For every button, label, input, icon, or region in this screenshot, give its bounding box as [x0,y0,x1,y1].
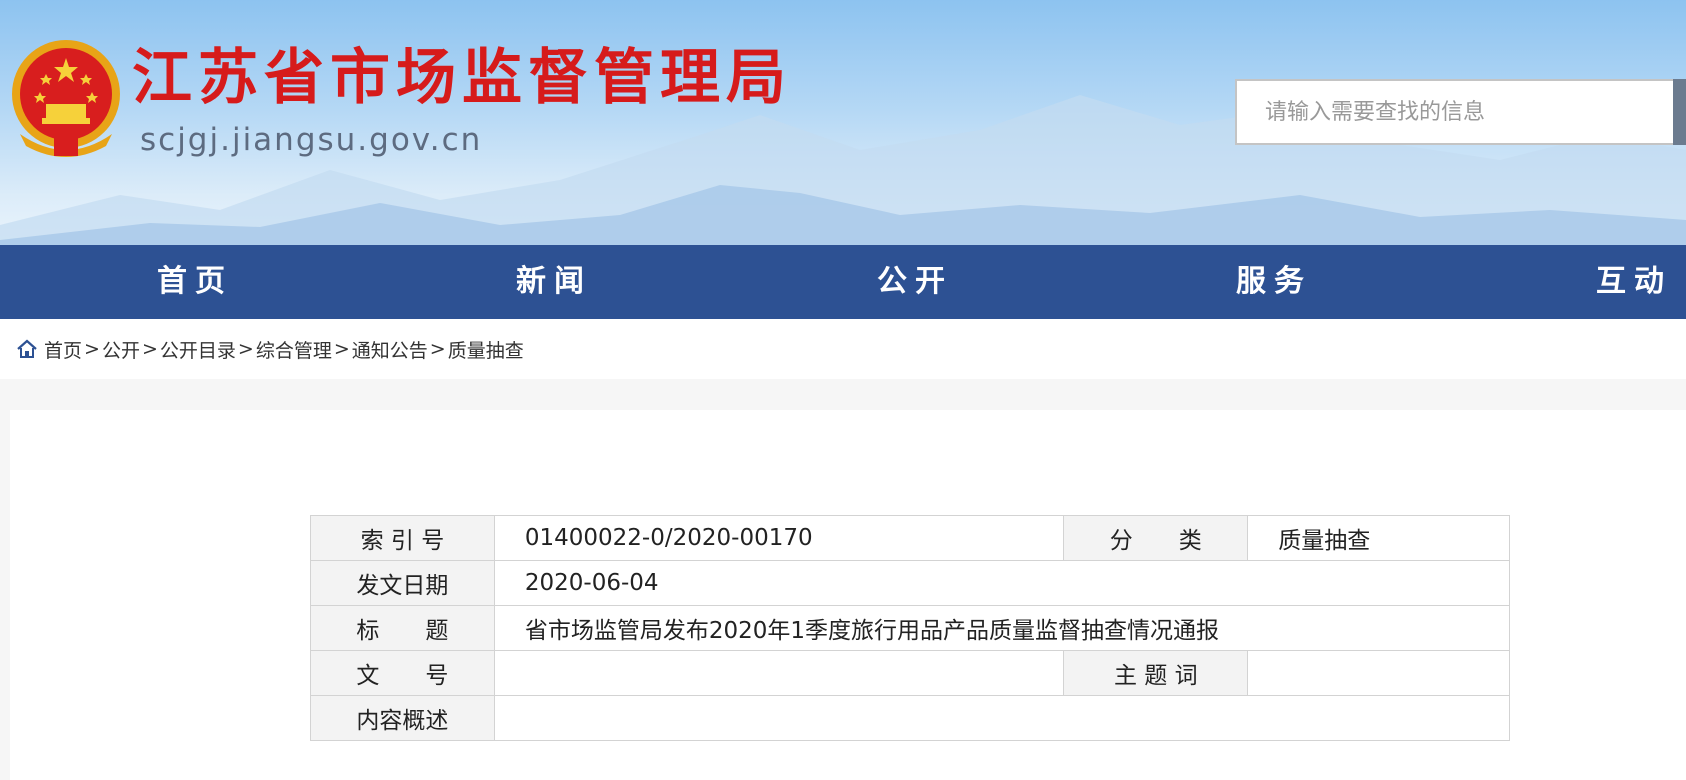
breadcrumb-notices[interactable]: 通知公告 [352,336,428,363]
search-button[interactable] [1673,79,1686,145]
table-row: 文 号 主 题 词 [310,650,1510,696]
site-header: 江苏省市场监督管理局 scjgj.jiangsu.gov.cn [0,0,1686,245]
document-meta-table: 索 引 号 01400022-0/2020-00170 分 类 质量抽查 发文日… [310,515,1511,741]
title-value: 省市场监管局发布2020年1季度旅行用品产品质量监督抽查情况通报 [493,605,1511,651]
keywords-label: 主 题 词 [1063,650,1249,696]
index-value: 01400022-0/2020-00170 [493,515,1065,561]
table-row: 索 引 号 01400022-0/2020-00170 分 类 质量抽查 [310,515,1510,561]
summary-label: 内容概述 [310,695,495,741]
site-url: scjgj.jiangsu.gov.cn [140,122,483,158]
category-label: 分 类 [1063,515,1249,561]
breadcrumb-separator: > [141,338,158,360]
breadcrumb-separator: > [429,338,446,360]
breadcrumb-separator: > [84,338,100,360]
nav-item-interaction[interactable]: 互动 [1596,245,1672,319]
breadcrumb-home[interactable]: 首页 [44,336,82,363]
breadcrumb-quality-check[interactable]: 质量抽查 [448,336,524,363]
category-value: 质量抽查 [1247,515,1510,561]
breadcrumb-public[interactable]: 公开 [102,336,140,363]
nav-item-news[interactable]: 新闻 [516,245,592,319]
table-row: 发文日期 2020-06-04 [310,560,1511,606]
breadcrumb-general-management[interactable]: 综合管理 [256,336,332,363]
table-row: 内容概述 [310,695,1511,741]
national-emblem-icon [12,40,120,157]
index-label: 索 引 号 [310,515,495,561]
nav-item-home[interactable]: 首页 [157,245,233,319]
date-label: 发文日期 [310,560,495,606]
nav-item-public[interactable]: 公开 [877,245,953,319]
search-box [1235,79,1675,145]
site-title: 江苏省市场监督管理局 [132,43,792,113]
date-value: 2020-06-04 [493,560,1511,606]
breadcrumb-public-catalog[interactable]: 公开目录 [160,336,236,363]
breadcrumb-separator: > [333,338,350,360]
nav-item-service[interactable]: 服务 [1236,245,1312,319]
summary-value [493,695,1511,741]
breadcrumb-separator: > [237,338,254,360]
table-row: 标 题 省市场监管局发布2020年1季度旅行用品产品质量监督抽查情况通报 [310,605,1511,651]
title-label: 标 题 [310,605,495,651]
breadcrumb: 首页 > 公开 > 公开目录 > 综合管理 > 通知公告 > 质量抽查 [0,319,1686,379]
doc-number-value [493,650,1065,696]
keywords-value [1247,650,1510,696]
main-nav: 首页 新闻 公开 服务 互动 [0,245,1686,319]
home-icon [17,339,37,358]
doc-number-label: 文 号 [310,650,495,696]
search-input[interactable] [1237,81,1673,143]
